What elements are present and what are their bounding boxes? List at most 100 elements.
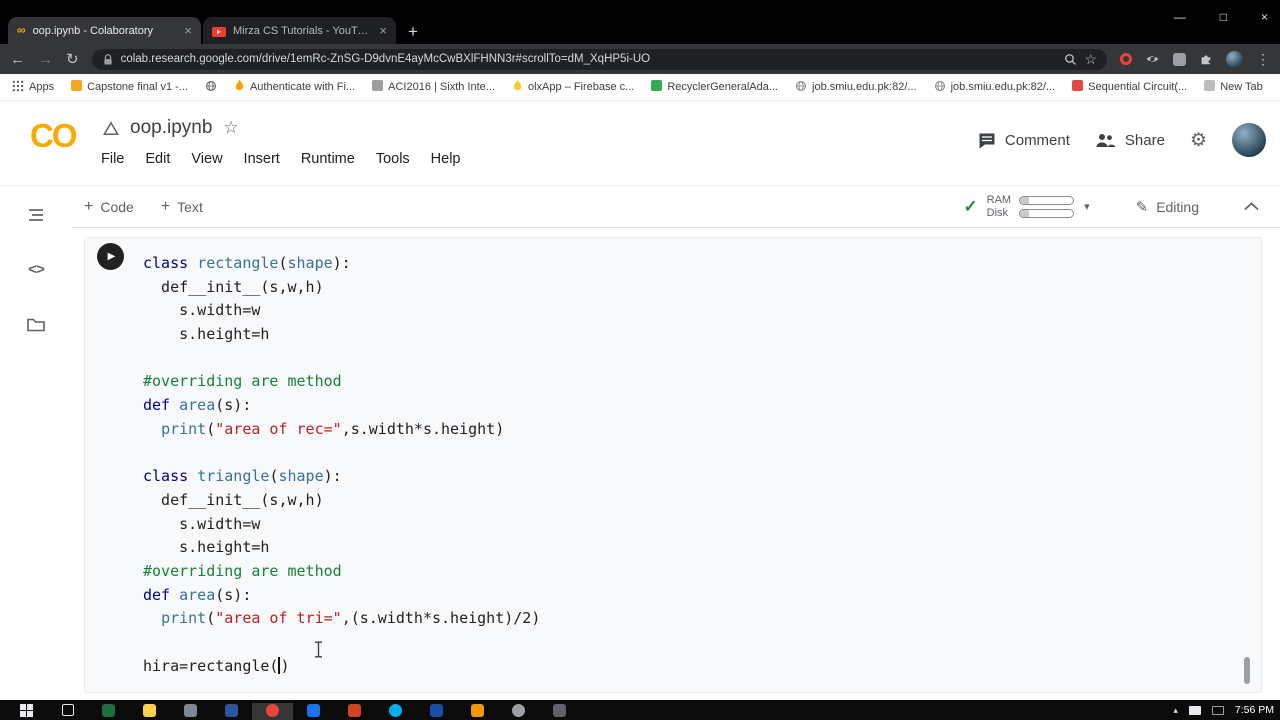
taskbar-app-5[interactable] xyxy=(293,703,334,720)
browser-tab[interactable]: ∞ oop.ipynb - Colaboratory × xyxy=(8,17,201,44)
colab-favicon: ∞ xyxy=(17,23,26,37)
taskbar-app-skype[interactable] xyxy=(375,703,416,720)
url-input[interactable]: colab.research.google.com/drive/1emRc-Zn… xyxy=(91,48,1107,70)
cell-scrollbar-thumb[interactable] xyxy=(1244,657,1250,684)
add-text-button[interactable]: + Text xyxy=(161,198,203,215)
refresh-icon[interactable]: ↻ xyxy=(66,52,79,67)
settings-gear-icon[interactable]: ⚙ xyxy=(1190,131,1207,150)
outline-icon[interactable] xyxy=(26,206,46,224)
comment-button[interactable]: Comment xyxy=(978,132,1070,149)
taskbar-app-excel[interactable] xyxy=(88,703,129,720)
minimize-button[interactable]: — xyxy=(1174,10,1186,24)
bookmark-item[interactable]: job.smiu.edu.pk:82/... xyxy=(795,80,917,95)
bookmark-label: New Tab xyxy=(1220,81,1263,93)
taskbar-app-7[interactable] xyxy=(416,703,457,720)
bookmark-item[interactable]: olxApp – Firebase c... xyxy=(512,79,634,95)
start-button[interactable] xyxy=(6,703,47,720)
browser-tab[interactable]: ▸ Mirza CS Tutorials - YouTube × xyxy=(203,17,396,44)
collapse-header-button[interactable] xyxy=(1243,202,1260,211)
bookmark-item[interactable]: Sequential Circuit(... xyxy=(1072,80,1187,94)
browser-menu-icon[interactable]: ⋮ xyxy=(1256,52,1270,66)
notebook-canvas: ▶ class rectangle(shape): def__init__(s,… xyxy=(72,228,1280,700)
bookmark-star-icon[interactable]: ☆ xyxy=(1084,52,1097,66)
tab-close-icon[interactable]: × xyxy=(184,24,192,37)
notebook-title[interactable]: oop.ipynb xyxy=(130,117,212,139)
tray-status-icon[interactable] xyxy=(1211,705,1224,715)
share-button[interactable]: Share xyxy=(1095,132,1165,149)
bookmark-item[interactable]: New Tab xyxy=(1204,80,1263,94)
add-code-button[interactable]: + Code xyxy=(84,198,134,215)
bookmark-item[interactable]: ACI2016 | Sixth Inte... xyxy=(372,80,495,94)
code-line[interactable]: s.height=h xyxy=(143,536,1221,560)
taskbar-app-powerpoint[interactable] xyxy=(334,703,375,720)
profile-avatar[interactable] xyxy=(1226,50,1243,68)
editing-mode-button[interactable]: ✎ Editing xyxy=(1136,198,1199,216)
forward-icon[interactable]: → xyxy=(38,52,53,67)
code-token: s.height=h xyxy=(143,538,270,557)
extensions-puzzle-icon[interactable] xyxy=(1199,52,1213,66)
code-line[interactable]: def__init__(s,w,h) xyxy=(143,489,1221,513)
resource-bars xyxy=(1019,195,1075,218)
taskbar-app-word[interactable] xyxy=(211,703,252,720)
colab-logo[interactable]: CO xyxy=(30,117,77,155)
menu-edit[interactable]: Edit xyxy=(145,151,170,167)
menu-tools[interactable]: Tools xyxy=(376,151,410,167)
code-line[interactable] xyxy=(143,631,1221,655)
menu-help[interactable]: Help xyxy=(431,151,461,167)
bookmark-item[interactable]: RecyclerGeneralAda... xyxy=(651,80,778,94)
code-line[interactable]: def area(s): xyxy=(143,394,1221,418)
new-tab-button[interactable]: + xyxy=(408,23,418,40)
taskbar-app-3[interactable] xyxy=(170,703,211,720)
bookmark-item[interactable]: job.smiu.edu.pk:82/... xyxy=(934,80,1056,95)
code-line[interactable] xyxy=(143,442,1221,466)
code-line[interactable]: class triangle(shape): xyxy=(143,465,1221,489)
bookmark-label: job.smiu.edu.pk:82/... xyxy=(950,81,1056,93)
taskbar-app-browser[interactable] xyxy=(252,703,293,720)
code-line[interactable]: #overriding are method xyxy=(143,560,1221,584)
user-avatar[interactable] xyxy=(1232,123,1266,157)
taskbar-app-9[interactable] xyxy=(498,703,539,720)
code-token: def xyxy=(143,585,180,604)
code-line[interactable]: def__init__(s,w,h) xyxy=(143,276,1221,300)
zoom-icon[interactable] xyxy=(1064,53,1077,66)
bookmark-item[interactable]: Apps xyxy=(12,80,54,95)
bookmark-item[interactable]: Authenticate with Fi... xyxy=(234,79,355,95)
code-cell[interactable]: ▶ class rectangle(shape): def__init__(s,… xyxy=(84,237,1262,693)
code-line[interactable]: s.height=h xyxy=(143,323,1221,347)
code-line[interactable]: #overriding are method xyxy=(143,370,1221,394)
code-line[interactable]: s.width=w xyxy=(143,513,1221,537)
tray-keyboard-icon[interactable] xyxy=(1188,705,1201,715)
code-line[interactable]: print("area of tri=",(s.width*s.height)/… xyxy=(143,607,1221,631)
files-folder-icon[interactable] xyxy=(26,317,46,333)
code-line[interactable]: s.width=w xyxy=(143,299,1221,323)
menu-insert[interactable]: Insert xyxy=(244,151,280,167)
taskbar-app-8[interactable] xyxy=(457,703,498,720)
bookmark-item[interactable]: Capstone final v1 -... xyxy=(71,80,188,94)
code-line[interactable]: def area(s): xyxy=(143,584,1221,608)
menu-runtime[interactable]: Runtime xyxy=(301,151,355,167)
task-view-button[interactable] xyxy=(47,703,88,720)
star-icon[interactable]: ☆ xyxy=(223,118,238,138)
run-cell-button[interactable]: ▶ xyxy=(97,243,124,270)
code-line[interactable]: hira=rectangle() xyxy=(143,655,1221,679)
menu-file[interactable]: File xyxy=(101,151,124,167)
close-button[interactable]: × xyxy=(1261,10,1268,24)
eye-extension-icon[interactable] xyxy=(1145,53,1160,65)
code-editor[interactable]: class rectangle(shape): def__init__(s,w,… xyxy=(143,252,1221,678)
code-snippets-icon[interactable]: <> xyxy=(28,262,45,279)
back-icon[interactable]: ← xyxy=(10,52,25,67)
taskbar-clock[interactable]: 7:56 PM xyxy=(1235,704,1274,716)
code-line[interactable]: class rectangle(shape): xyxy=(143,252,1221,276)
taskbar-app-file-explorer[interactable] xyxy=(129,703,170,720)
menu-view[interactable]: View xyxy=(191,151,222,167)
resources-dropdown-icon[interactable]: ▾ xyxy=(1084,200,1090,213)
extension-icon[interactable] xyxy=(1173,52,1186,66)
tray-chevron-icon[interactable]: ▴ xyxy=(1173,705,1178,715)
adblock-extension-icon[interactable] xyxy=(1120,53,1132,65)
taskbar-app-10[interactable] xyxy=(539,703,580,720)
bookmark-item[interactable] xyxy=(205,80,217,95)
tab-close-icon[interactable]: × xyxy=(379,24,387,37)
maximize-button[interactable]: □ xyxy=(1220,10,1227,24)
code-line[interactable] xyxy=(143,347,1221,371)
code-line[interactable]: print("area of rec=",s.width*s.height) xyxy=(143,418,1221,442)
